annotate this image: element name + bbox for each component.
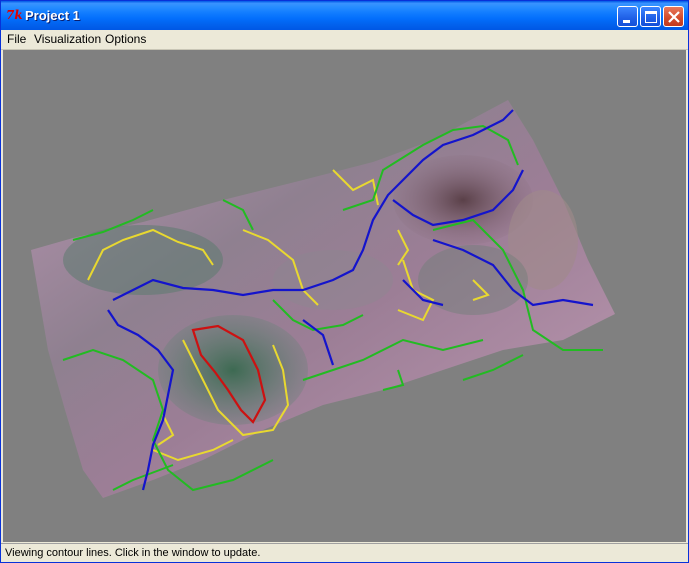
terrain-viewport[interactable]: [3, 50, 686, 542]
maximize-icon: [645, 11, 657, 23]
menu-file[interactable]: File: [7, 32, 26, 47]
status-bar: Viewing contour lines. Click in the wind…: [1, 543, 688, 562]
maximize-button[interactable]: [640, 6, 661, 27]
app-window: 7k Project 1 File Visualization Options: [0, 0, 689, 563]
window-title: Project 1: [25, 8, 80, 23]
menu-options[interactable]: Options: [105, 32, 146, 47]
menu-visualization[interactable]: Visualization: [34, 32, 101, 47]
title-bar[interactable]: 7k Project 1: [1, 1, 688, 30]
terrain-3d-render: [31, 100, 615, 498]
app-icon[interactable]: 7k: [6, 8, 23, 22]
close-button[interactable]: [663, 6, 684, 27]
menu-bar: File Visualization Options: [1, 30, 688, 50]
minimize-icon: [623, 20, 630, 23]
status-text: Viewing contour lines. Click in the wind…: [5, 547, 261, 559]
close-icon: [668, 11, 680, 23]
minimize-button[interactable]: [617, 6, 638, 27]
